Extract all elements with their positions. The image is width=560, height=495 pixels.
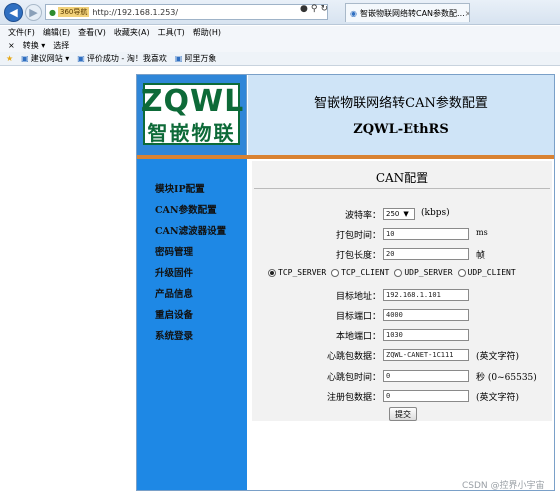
menu-bar: 文件(F) 编辑(E) 查看(V) 收藏夹(A) 工具(T) 帮助(H) bbox=[0, 26, 560, 39]
url-text[interactable]: http://192.168.1.253/ bbox=[92, 8, 178, 17]
mode-udp-server[interactable]: UDP_SERVER bbox=[394, 268, 453, 277]
mode-tcp-server[interactable]: TCP_SERVER bbox=[268, 268, 326, 277]
star-icon[interactable]: ★ bbox=[6, 54, 13, 63]
radio-icon[interactable] bbox=[394, 268, 403, 277]
pack-len-input[interactable]: 20 bbox=[383, 248, 469, 260]
chevron-down-icon: ▼ bbox=[403, 210, 409, 218]
page-title: 智嵌物联网络转CAN参数配置 bbox=[314, 96, 488, 111]
target-ip-label: 目标地址： bbox=[335, 292, 381, 302]
radio-icon[interactable] bbox=[331, 268, 340, 277]
target-port-label: 目标端口： bbox=[335, 312, 381, 322]
model-name: ZQWL-EthRS bbox=[353, 122, 449, 137]
heartbeat-time-unit: 秒 (0~65535) bbox=[476, 373, 537, 383]
pack-time-label: 打包时间： bbox=[335, 231, 381, 241]
compat-icon[interactable]: ● bbox=[300, 4, 308, 14]
radio-selected-icon[interactable] bbox=[268, 268, 276, 277]
sidebar: 模块IP配置 CAN参数配置 CAN滤波器设置 密码管理 升级固件 产品信息 重… bbox=[137, 159, 247, 490]
convert-button[interactable]: 转换 ▾ bbox=[23, 40, 46, 51]
sidebar-item-password[interactable]: 密码管理 bbox=[155, 244, 193, 258]
favorite-item[interactable]: ▣ 阿里万象 bbox=[175, 53, 217, 64]
logo-wordmark: ZQWL bbox=[140, 83, 245, 119]
favorite-item[interactable]: ▣ 评价成功 - 淘！我喜欢 bbox=[77, 53, 167, 64]
page-icon: ▣ bbox=[77, 54, 85, 63]
submit-button[interactable]: 提交 bbox=[389, 407, 417, 421]
work-mode-radios: TCP_SERVER TCP_CLIENT UDP_SERVER UDP_CLI… bbox=[268, 268, 548, 277]
mode-label: UDP_CLIENT bbox=[467, 268, 516, 277]
favorite-label: 评价成功 - 淘！我喜欢 bbox=[86, 54, 167, 63]
config-page: ZQWL 智嵌物联 智嵌物联网络转CAN参数配置 ZQWL-EthRS 模块IP… bbox=[136, 74, 555, 491]
page-favicon-icon: ◉ bbox=[350, 8, 357, 18]
address-bar[interactable]: ● 360导航 http://192.168.1.253/ bbox=[45, 4, 328, 20]
target-port-input[interactable]: 4000 bbox=[383, 309, 469, 321]
brand-logo: ZQWL 智嵌物联 bbox=[140, 83, 245, 145]
forward-arrow-icon[interactable]: ▶ bbox=[25, 4, 42, 21]
sidebar-item-ip-config[interactable]: 模块IP配置 bbox=[155, 181, 205, 195]
tab-title: 智嵌物联网络转CAN参数配... bbox=[359, 8, 465, 18]
sidebar-item-login[interactable]: 系统登录 bbox=[155, 328, 193, 342]
close-icon[interactable]: × bbox=[465, 9, 469, 18]
refresh-icon[interactable]: ↻ bbox=[320, 4, 328, 14]
mode-label: TCP_SERVER bbox=[278, 268, 327, 277]
address-tools: ● ⚲ ↻ bbox=[300, 4, 328, 14]
header-banner: 智嵌物联网络转CAN参数配置 ZQWL-EthRS bbox=[248, 75, 554, 155]
heartbeat-data-label: 心跳包数据： bbox=[326, 352, 381, 362]
menu-view[interactable]: 查看(V) bbox=[78, 27, 106, 38]
logo-area: ZQWL 智嵌物联 bbox=[137, 75, 247, 155]
sidebar-item-can-params[interactable]: CAN参数配置 bbox=[155, 202, 217, 216]
menu-file[interactable]: 文件(F) bbox=[8, 27, 35, 38]
register-data-unit: (英文字符) bbox=[476, 393, 520, 403]
mode-udp-client[interactable]: UDP_CLIENT bbox=[457, 268, 516, 277]
menu-favorites[interactable]: 收藏夹(A) bbox=[114, 27, 150, 38]
heartbeat-time-input[interactable]: 0 bbox=[383, 370, 469, 382]
close-cmd[interactable]: × bbox=[8, 41, 15, 50]
mode-label: UDP_SERVER bbox=[404, 268, 453, 277]
register-data-label: 注册包数据： bbox=[326, 393, 381, 403]
browser-tab[interactable]: ◉ 智嵌物联网络转CAN参数配... × bbox=[345, 3, 470, 22]
pack-time-unit: ms bbox=[476, 228, 488, 237]
page-icon: ▣ bbox=[21, 54, 29, 63]
pack-len-unit: 帧 bbox=[476, 251, 486, 261]
section-title: CAN配置 bbox=[375, 171, 429, 185]
sidebar-item-firmware[interactable]: 升级固件 bbox=[155, 265, 193, 279]
back-arrow-icon[interactable]: ◀ bbox=[4, 3, 23, 22]
command-bar: × 转换 ▾ 选择 bbox=[0, 39, 560, 52]
baud-value: 250 bbox=[386, 210, 400, 218]
select-button[interactable]: 选择 bbox=[53, 40, 69, 51]
heartbeat-time-label: 心跳包时间： bbox=[326, 373, 381, 383]
mode-label: TCP_CLIENT bbox=[341, 268, 390, 277]
local-port-input[interactable]: 1030 bbox=[383, 329, 469, 341]
target-ip-input[interactable]: 192.168.1.101 bbox=[383, 289, 469, 301]
local-port-label: 本地端口： bbox=[335, 332, 381, 342]
menu-edit[interactable]: 编辑(E) bbox=[43, 27, 70, 38]
sidebar-item-can-filter[interactable]: CAN滤波器设置 bbox=[155, 223, 226, 237]
baud-label: 波特率： bbox=[344, 211, 381, 221]
search-icon[interactable]: ⚲ bbox=[311, 4, 318, 14]
favorites-bar: ★ ▣ 建议网站 ▾ ▣ 评价成功 - 淘！我喜欢 ▣ 阿里万象 bbox=[0, 52, 560, 66]
browser-toolbar: ◀ ▶ ● 360导航 http://192.168.1.253/ ● ⚲ ↻ … bbox=[0, 0, 560, 25]
sidebar-item-product-info[interactable]: 产品信息 bbox=[155, 286, 193, 300]
mode-badge[interactable]: 360导航 bbox=[57, 7, 90, 17]
favorite-item[interactable]: ▣ 建议网站 ▾ bbox=[21, 53, 69, 64]
sidebar-item-reboot[interactable]: 重启设备 bbox=[155, 307, 193, 321]
pack-len-label: 打包长度： bbox=[335, 251, 381, 261]
favorite-label: 阿里万象 bbox=[184, 54, 217, 63]
radio-icon[interactable] bbox=[457, 268, 466, 277]
mode-tcp-client[interactable]: TCP_CLIENT bbox=[331, 268, 389, 277]
heartbeat-data-unit: (英文字符) bbox=[476, 352, 520, 362]
shield-icon: ● bbox=[49, 7, 56, 17]
watermark: CSDN @控界小宇宙 bbox=[462, 481, 545, 491]
section-divider bbox=[254, 188, 550, 189]
pack-time-input[interactable]: 10 bbox=[383, 228, 469, 240]
heartbeat-data-input[interactable]: ZQWL-CANET-1C111 bbox=[383, 349, 469, 361]
menu-tools[interactable]: 工具(T) bbox=[158, 27, 185, 38]
menu-help[interactable]: 帮助(H) bbox=[193, 27, 221, 38]
favorite-label: 建议网站 ▾ bbox=[30, 54, 70, 63]
baud-unit: (kbps) bbox=[421, 208, 450, 218]
baud-select[interactable]: 250 ▼ bbox=[383, 208, 415, 220]
register-data-input[interactable]: 0 bbox=[383, 390, 469, 402]
logo-cn: 智嵌物联 bbox=[147, 120, 236, 145]
page-icon: ▣ bbox=[174, 54, 183, 63]
